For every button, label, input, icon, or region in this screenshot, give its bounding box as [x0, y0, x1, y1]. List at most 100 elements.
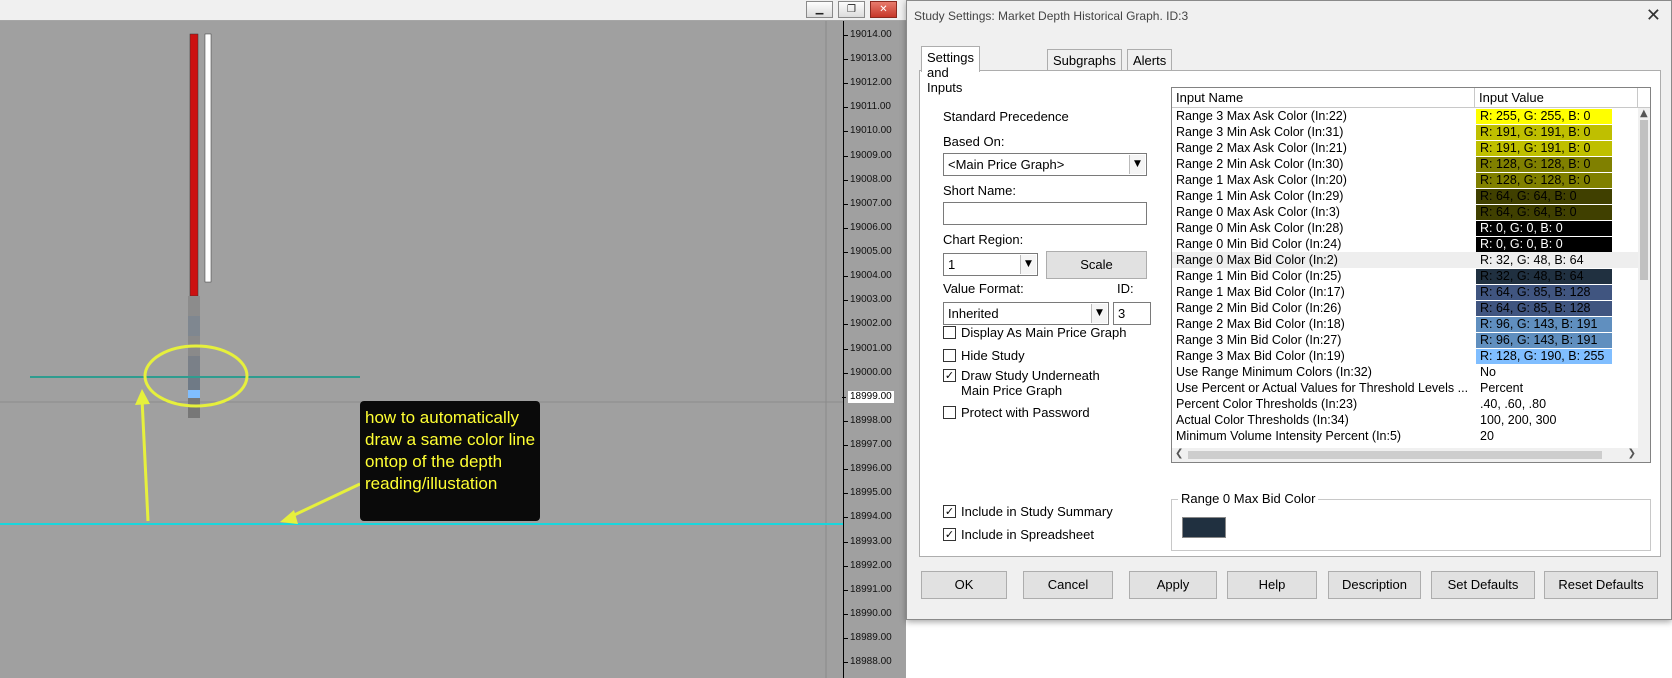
grid-row[interactable]: Range 2 Max Bid Color (In:18) R: 96, G: 1…	[1172, 316, 1638, 332]
grid-cell-input-value[interactable]: R: 32, G: 48, B: 64	[1476, 253, 1612, 268]
grid-header-input-name[interactable]: Input Name	[1172, 88, 1475, 108]
grid-cell-input-value[interactable]: R: 191, G: 191, B: 0	[1476, 141, 1612, 156]
checkbox-unchecked[interactable]	[943, 406, 956, 419]
grid-cell-input-value[interactable]: No	[1476, 365, 1612, 380]
chevron-down-icon[interactable]: ▼	[1129, 155, 1145, 174]
checkbox-unchecked[interactable]	[943, 326, 956, 339]
grid-cell-input-value[interactable]: R: 64, G: 64, B: 0	[1476, 205, 1612, 220]
chart-area[interactable]: how to automatically draw a same color l…	[0, 21, 843, 678]
grid-header-input-value[interactable]: Input Value	[1475, 88, 1638, 108]
grid-cell-input-value[interactable]: 100, 200, 300	[1476, 413, 1612, 428]
reset-defaults-button[interactable]: Reset Defaults	[1544, 571, 1658, 599]
description-button[interactable]: Description	[1328, 571, 1421, 599]
grid-horizontal-scrollbar[interactable]: ❮ ❯	[1172, 448, 1650, 462]
apply-button[interactable]: Apply	[1129, 571, 1217, 599]
grid-row[interactable]: Range 0 Max Bid Color (In:2) R: 32, G: 48…	[1172, 252, 1638, 268]
ok-button[interactable]: OK	[921, 571, 1007, 599]
checkbox-checked[interactable]: ✓	[943, 528, 956, 541]
scroll-thumb[interactable]	[1640, 120, 1648, 280]
checkbox-row[interactable]: Protect with Password	[943, 405, 1090, 420]
checkbox-row[interactable]: ✓ Include in Spreadsheet	[943, 527, 1094, 542]
grid-cell-input-name: Range 2 Max Bid Color (In:18)	[1176, 317, 1345, 331]
grid-row[interactable]: Range 0 Min Ask Color (In:28) R: 0, G: 0,…	[1172, 220, 1638, 236]
grid-cell-input-value[interactable]: Percent	[1476, 381, 1612, 396]
grid-cell-input-value[interactable]: R: 0, G: 0, B: 0	[1476, 221, 1612, 236]
help-button[interactable]: Help	[1227, 571, 1317, 599]
dialog-close-icon[interactable]: ✕	[1646, 5, 1661, 26]
grid-cell-input-value[interactable]: R: 64, G: 85, B: 128	[1476, 301, 1612, 316]
grid-cell-input-value[interactable]: R: 64, G: 85, B: 128	[1476, 285, 1612, 300]
scroll-right-icon[interactable]: ❯	[1628, 448, 1636, 459]
grid-row[interactable]: Range 1 Min Ask Color (In:29) R: 64, G: 6…	[1172, 188, 1638, 204]
grid-row[interactable]: Range 3 Min Ask Color (In:31) R: 191, G: …	[1172, 124, 1638, 140]
annotation-arrowhead-up	[135, 389, 150, 405]
chart-region-select[interactable]: 1 ▼	[943, 253, 1038, 276]
checkbox-label: Protect with Password	[961, 405, 1090, 420]
grid-row[interactable]: Use Percent or Actual Values for Thresho…	[1172, 380, 1638, 396]
scale-button[interactable]: Scale	[1046, 251, 1147, 279]
tab-alerts[interactable]: Alerts	[1127, 49, 1173, 71]
grid-cell-input-value[interactable]: R: 32, G: 48, B: 64	[1476, 269, 1612, 284]
grid-cell-input-value[interactable]: .40, .60, .80	[1476, 397, 1612, 412]
grid-row[interactable]: Range 2 Min Bid Color (In:26) R: 64, G: 8…	[1172, 300, 1638, 316]
color-swatch-button[interactable]	[1182, 517, 1226, 538]
set-defaults-button[interactable]: Set Defaults	[1431, 571, 1535, 599]
grid-row[interactable]: Range 2 Min Ask Color (In:30) R: 128, G: …	[1172, 156, 1638, 172]
grid-cell-input-value[interactable]: R: 0, G: 0, B: 0	[1476, 237, 1612, 252]
grid-row[interactable]: Range 1 Max Bid Color (In:17) R: 64, G: 8…	[1172, 284, 1638, 300]
checkbox-row[interactable]: Hide Study	[943, 348, 1025, 363]
checkbox-row[interactable]: Display As Main Price Graph	[943, 325, 1126, 340]
grid-row[interactable]: Use Range Minimum Colors (In:32) No	[1172, 364, 1638, 380]
scroll-left-icon[interactable]: ❮	[1175, 448, 1183, 459]
grid-row[interactable]: Range 1 Min Bid Color (In:25) R: 32, G: 4…	[1172, 268, 1638, 284]
checkbox-unchecked[interactable]	[943, 349, 956, 362]
price-axis[interactable]: 19014.00 19013.00 19012.00 19011.00 19010.00…	[842, 21, 906, 678]
id-input[interactable]: 3	[1113, 302, 1151, 325]
tab-subgraphs[interactable]: Subgraphs	[1047, 49, 1122, 71]
grid-cell-input-value[interactable]: R: 255, G: 255, B: 0	[1476, 109, 1612, 124]
price-tick-label: 19007.00	[844, 197, 892, 209]
color-group-title: Range 0 Max Bid Color	[1178, 491, 1319, 506]
grid-row[interactable]: Range 3 Max Ask Color (In:22) R: 255, G: …	[1172, 108, 1638, 124]
price-tick-label: 19003.00	[844, 294, 892, 306]
grid-row[interactable]: Percent Color Thresholds (In:23) .40, .60…	[1172, 396, 1638, 412]
grid-row[interactable]: Range 1 Max Ask Color (In:20) R: 128, G: …	[1172, 172, 1638, 188]
tab-settings-and-inputs[interactable]: Settings and Inputs	[921, 46, 980, 95]
checkbox-checked[interactable]: ✓	[943, 369, 956, 382]
scroll-thumb[interactable]	[1188, 451, 1602, 459]
grid-cell-input-name: Range 2 Min Bid Color (In:26)	[1176, 301, 1342, 315]
grid-row[interactable]: Range 3 Min Bid Color (In:27) R: 96, G: 1…	[1172, 332, 1638, 348]
grid-vertical-scrollbar[interactable]: ▲	[1638, 108, 1650, 448]
grid-cell-input-value[interactable]: R: 96, G: 143, B: 191	[1476, 317, 1612, 332]
checkbox-row[interactable]: ✓ Include in Study Summary	[943, 504, 1113, 519]
scroll-up-icon[interactable]: ▲	[1640, 108, 1648, 119]
grid-cell-input-value[interactable]: R: 128, G: 190, B: 255	[1476, 349, 1612, 364]
grid-row[interactable]: Actual Color Thresholds (In:34) 100, 200,…	[1172, 412, 1638, 428]
based-on-select[interactable]: <Main Price Graph> ▼	[943, 153, 1147, 176]
grid-cell-input-value[interactable]: 20	[1476, 429, 1612, 444]
checkbox-checked[interactable]: ✓	[943, 505, 956, 518]
chart-window: ▁ ❐ ✕ how to automatically draw a same c…	[0, 0, 906, 678]
checkbox-row[interactable]: ✓ Draw Study Underneath Main Price Graph	[943, 368, 1100, 398]
chart-canvas[interactable]	[0, 21, 843, 678]
minimize-button[interactable]: ▁	[806, 1, 833, 18]
inputs-grid[interactable]: Input Name Input Value Range 3 Max Ask C…	[1171, 87, 1651, 463]
grid-cell-input-value[interactable]: R: 128, G: 128, B: 0	[1476, 157, 1612, 172]
value-format-select[interactable]: Inherited ▼	[943, 302, 1109, 325]
grid-cell-input-value[interactable]: R: 96, G: 143, B: 191	[1476, 333, 1612, 348]
grid-cell-input-value[interactable]: R: 128, G: 128, B: 0	[1476, 173, 1612, 188]
short-name-input[interactable]	[943, 202, 1147, 225]
grid-row[interactable]: Range 0 Max Ask Color (In:3) R: 64, G: 64…	[1172, 204, 1638, 220]
grid-cell-input-value[interactable]: R: 64, G: 64, B: 0	[1476, 189, 1612, 204]
chevron-down-icon[interactable]: ▼	[1020, 255, 1036, 274]
cancel-button[interactable]: Cancel	[1023, 571, 1113, 599]
price-tick-label: 18993.00	[844, 535, 892, 547]
grid-row[interactable]: Range 3 Max Bid Color (In:19) R: 128, G: …	[1172, 348, 1638, 364]
grid-row[interactable]: Range 2 Max Ask Color (In:21) R: 191, G: …	[1172, 140, 1638, 156]
grid-row[interactable]: Range 0 Min Bid Color (In:24) R: 0, G: 0,…	[1172, 236, 1638, 252]
chevron-down-icon[interactable]: ▼	[1091, 304, 1107, 323]
grid-cell-input-value[interactable]: R: 191, G: 191, B: 0	[1476, 125, 1612, 140]
maximize-button[interactable]: ❐	[838, 1, 865, 18]
grid-row[interactable]: Minimum Volume Intensity Percent (In:5) 2…	[1172, 428, 1638, 444]
chart-close-button[interactable]: ✕	[870, 1, 897, 18]
